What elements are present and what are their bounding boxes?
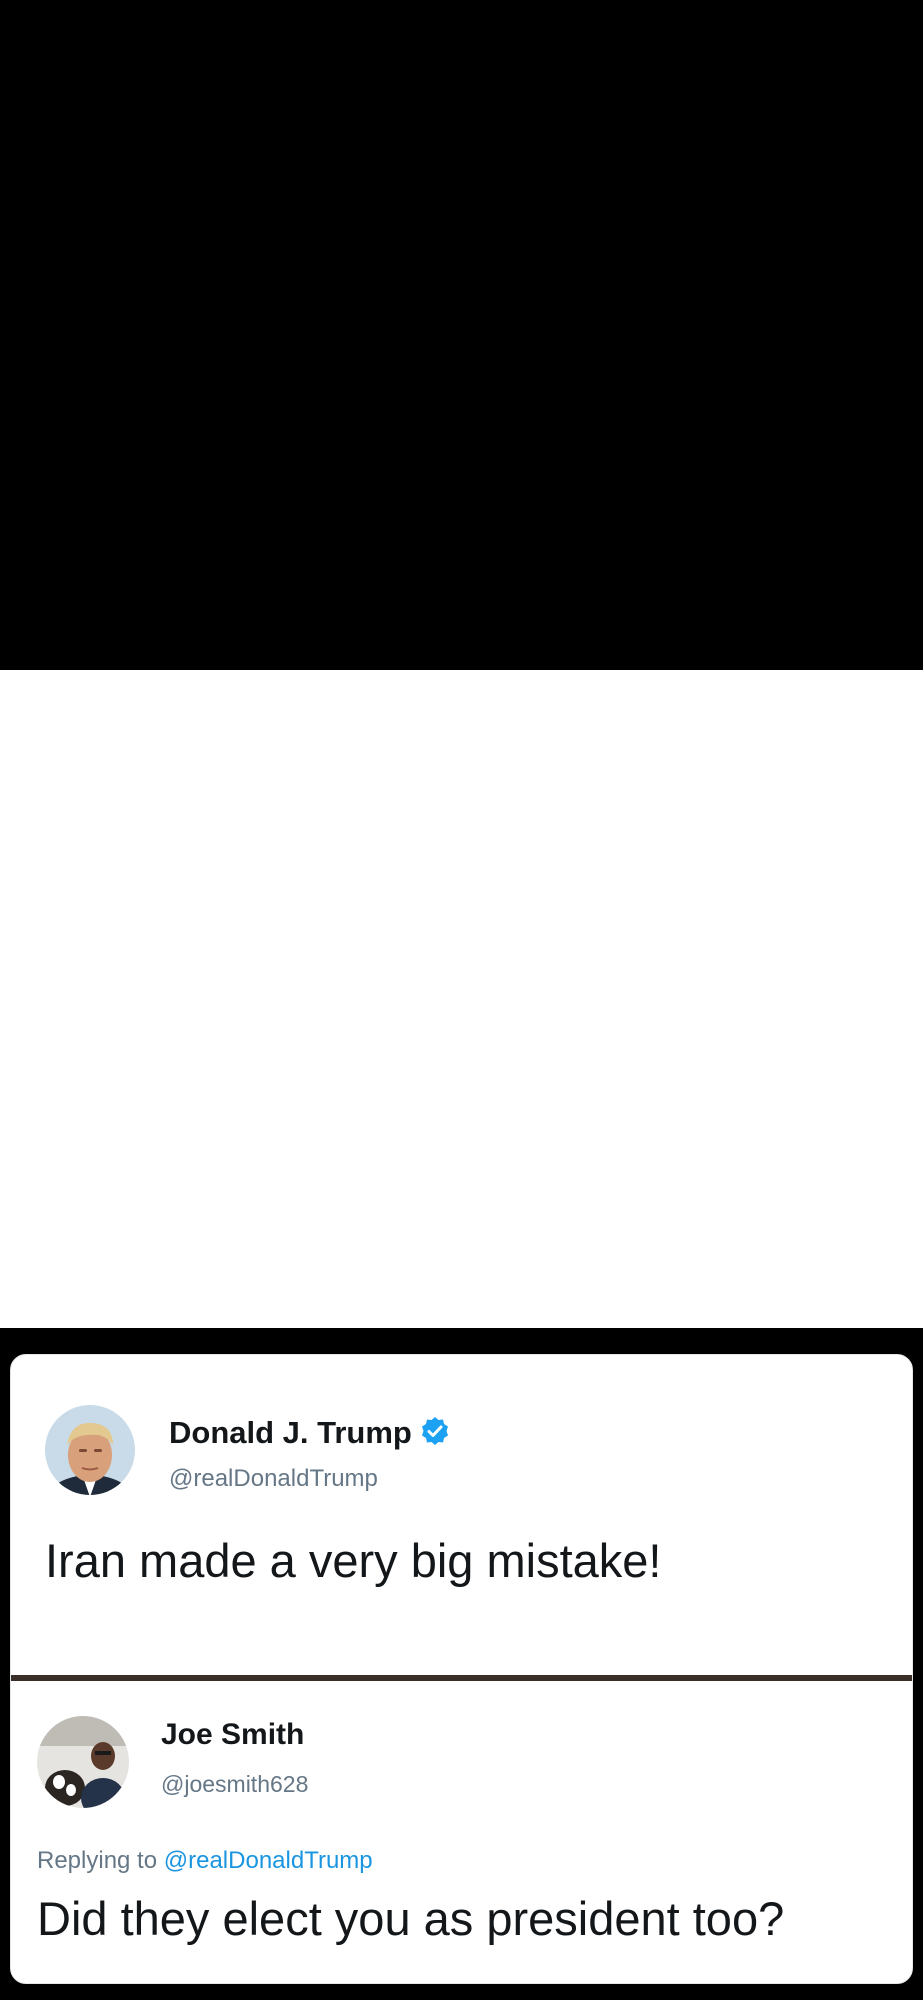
trump-handle[interactable]: @realDonaldTrump <box>169 1465 378 1493</box>
verified-badge-icon <box>420 1416 450 1451</box>
replying-to-mention-link[interactable]: @realDonaldTrump <box>164 1847 373 1874</box>
joe-smith-handle[interactable]: @joesmith628 <box>161 1771 308 1798</box>
joe-smith-avatar[interactable] <box>37 1716 129 1808</box>
original-name-row: Donald J. Trump <box>169 1411 450 1455</box>
trump-avatar-image <box>45 1405 135 1495</box>
joe-smith-display-name[interactable]: Joe Smith <box>161 1718 304 1752</box>
joe-smith-avatar-image <box>37 1716 129 1808</box>
original-tweet-text: Iran made a very big mistake! <box>45 1534 662 1587</box>
screenshot-photo: Donald J. Trump @realDonaldTrump Iran ma… <box>0 670 923 1984</box>
replying-to-line: Replying to @realDonaldTrump <box>37 1847 373 1875</box>
tweet-thread-card: Donald J. Trump @realDonaldTrump Iran ma… <box>10 1354 913 1984</box>
reply-name-row: Joe Smith <box>161 1715 304 1755</box>
trump-display-name[interactable]: Donald J. Trump <box>169 1415 412 1451</box>
reply-tweet-text: Did they elect you as president too? <box>37 1892 785 1945</box>
replying-to-label: Replying to <box>37 1847 158 1874</box>
trump-avatar[interactable] <box>45 1405 135 1495</box>
home-indicator-bar[interactable] <box>298 1961 626 1976</box>
reply-tweet: Joe Smith @joesmith628 Replying to @real… <box>11 1681 912 1983</box>
original-tweet: Donald J. Trump @realDonaldTrump Iran ma… <box>11 1355 912 1675</box>
